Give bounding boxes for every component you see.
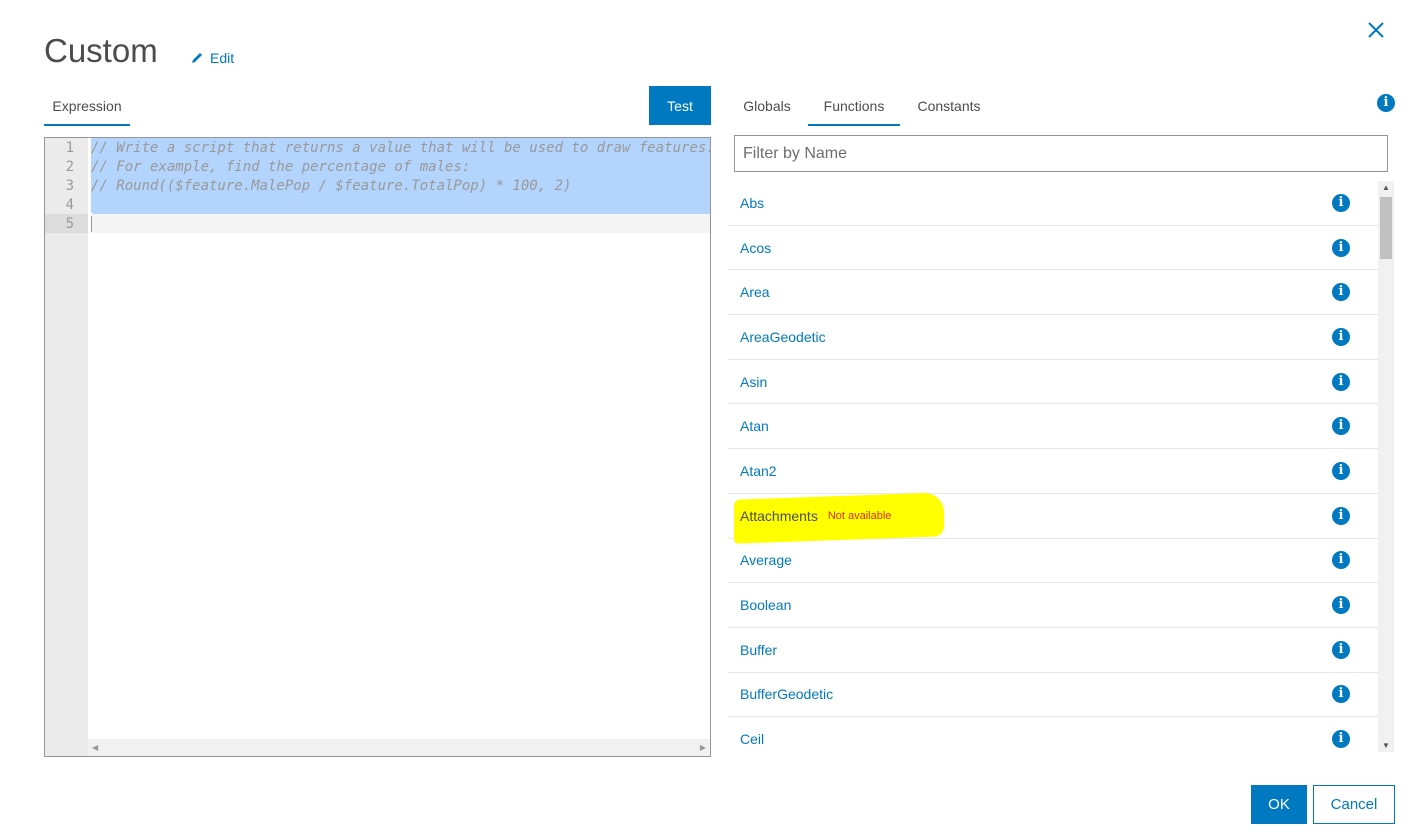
function-name: Ceil bbox=[740, 731, 765, 748]
function-item[interactable]: Acos i bbox=[728, 226, 1378, 271]
function-item[interactable]: BufferGeodetic i bbox=[728, 673, 1378, 718]
info-icon[interactable]: i bbox=[1332, 461, 1350, 480]
filter-input[interactable] bbox=[734, 135, 1388, 172]
info-icon[interactable]: i bbox=[1332, 640, 1350, 659]
ok-button[interactable]: OK bbox=[1251, 785, 1307, 824]
horizontal-scrollbar[interactable]: ◀ ▶ bbox=[88, 739, 710, 756]
function-item[interactable]: Atan2 i bbox=[728, 449, 1378, 494]
function-item[interactable]: Atan i bbox=[728, 404, 1378, 450]
function-name: Acos bbox=[740, 239, 772, 256]
scrollbar-thumb[interactable] bbox=[1380, 197, 1392, 259]
pencil-icon bbox=[192, 53, 202, 63]
function-name: Atan bbox=[740, 418, 769, 435]
info-icon[interactable]: i bbox=[1332, 551, 1350, 570]
info-icon[interactable]: i bbox=[1332, 685, 1350, 704]
text-cursor bbox=[91, 216, 92, 232]
function-name: Buffer bbox=[740, 641, 778, 658]
info-icon[interactable]: i bbox=[1332, 417, 1350, 436]
line-number: 2 bbox=[65, 159, 74, 175]
edit-button[interactable]: Edit bbox=[190, 50, 234, 66]
function-name: Asin bbox=[740, 373, 768, 390]
functions-list: Abs i Acos i Area i AreaGeodetic i Asin i Atan i Ata… bbox=[728, 181, 1378, 752]
tab-globals[interactable]: Globals bbox=[728, 88, 806, 126]
unavailable-note: Not available bbox=[827, 509, 892, 522]
line-number: 4 bbox=[65, 197, 74, 213]
info-icon[interactable]: i bbox=[1332, 506, 1350, 525]
code-editor[interactable]: // Write a script that returns a value t… bbox=[44, 137, 711, 757]
info-icon[interactable]: i bbox=[1332, 596, 1350, 615]
function-item[interactable]: AreaGeodetic i bbox=[728, 315, 1378, 360]
info-icon[interactable]: i bbox=[1332, 372, 1350, 391]
active-line bbox=[91, 214, 710, 233]
function-item[interactable]: Attachments Not available i bbox=[728, 492, 1378, 544]
function-name: Attachments bbox=[740, 507, 818, 524]
function-name: BufferGeodetic bbox=[740, 686, 834, 703]
close-icon[interactable] bbox=[1364, 18, 1388, 42]
function-name: Area bbox=[740, 284, 770, 301]
code-line: // For example, find the percentage of m… bbox=[91, 159, 471, 175]
function-name: AreaGeodetic bbox=[740, 328, 826, 345]
tab-expression[interactable]: Expression bbox=[44, 88, 130, 126]
function-name: Average bbox=[740, 552, 792, 569]
test-button[interactable]: Test bbox=[649, 86, 711, 125]
vertical-scrollbar[interactable]: ▲ ▼ bbox=[1378, 181, 1394, 752]
function-item[interactable]: Average i bbox=[728, 539, 1378, 584]
tab-functions[interactable]: Functions bbox=[808, 88, 900, 126]
code-line: // Round(($feature.MalePop / $feature.To… bbox=[91, 178, 572, 194]
function-item[interactable]: Asin i bbox=[728, 360, 1378, 405]
page-title: Custom bbox=[44, 32, 158, 69]
function-name: Atan2 bbox=[740, 462, 777, 479]
edit-label: Edit bbox=[210, 50, 235, 66]
function-item[interactable]: Area i bbox=[728, 270, 1378, 316]
function-name: Abs bbox=[740, 194, 765, 211]
info-icon[interactable]: i bbox=[1332, 193, 1350, 212]
line-number: 1 bbox=[65, 140, 74, 156]
code-line: // Write a script that returns a value t… bbox=[91, 140, 711, 156]
info-icon[interactable]: i bbox=[1332, 730, 1350, 749]
info-icon[interactable]: i bbox=[1332, 283, 1350, 302]
line-number: 5 bbox=[65, 216, 74, 232]
tab-constants[interactable]: Constants bbox=[903, 88, 995, 126]
function-item[interactable]: Boolean i bbox=[728, 583, 1378, 628]
function-item[interactable]: Ceil i bbox=[728, 717, 1378, 752]
line-number: 3 bbox=[65, 178, 74, 194]
function-name: Boolean bbox=[740, 597, 792, 614]
info-icon[interactable]: i bbox=[1332, 238, 1350, 257]
info-icon[interactable]: i bbox=[1377, 94, 1395, 112]
function-item[interactable]: Abs i bbox=[728, 181, 1378, 226]
info-icon[interactable]: i bbox=[1332, 327, 1350, 346]
function-item[interactable]: Buffer i bbox=[728, 628, 1378, 673]
cancel-button[interactable]: Cancel bbox=[1313, 785, 1395, 824]
